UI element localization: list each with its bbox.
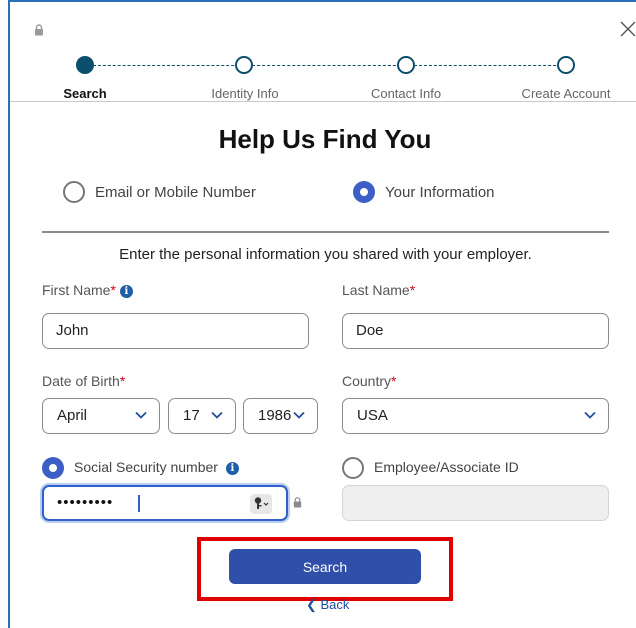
- lock-icon: [35, 24, 43, 36]
- step-connector: [414, 65, 566, 66]
- step-label-create-account: Create Account: [521, 86, 611, 101]
- radio-email-or-mobile[interactable]: [63, 181, 85, 203]
- radio-label-your-information[interactable]: Your Information: [385, 184, 495, 201]
- radio-label-email-or-mobile[interactable]: Email or Mobile Number: [95, 184, 256, 201]
- radio-your-information[interactable]: [353, 181, 375, 203]
- dialog-frame-top: [8, 0, 636, 2]
- last-name-input[interactable]: Doe: [342, 313, 609, 349]
- step-label-identity: Identity Info: [211, 86, 279, 101]
- chevron-down-icon: [584, 411, 596, 419]
- radio-label-employee-id[interactable]: Employee/Associate ID: [374, 459, 519, 475]
- dob-year-value: 1986: [258, 407, 292, 424]
- step-connector: [93, 65, 244, 66]
- step-label-search: Search: [63, 86, 107, 101]
- ssn-input[interactable]: •••••••••: [42, 485, 288, 521]
- chevron-down-icon: [293, 411, 305, 419]
- chevron-left-icon: ❮: [306, 597, 321, 612]
- dob-month-select[interactable]: April: [42, 398, 160, 434]
- dob-year-select[interactable]: 1986: [243, 398, 318, 434]
- lock-icon: [293, 497, 302, 508]
- instruction-text: Enter the personal information you share…: [119, 246, 532, 263]
- page-title: Help Us Find You: [218, 124, 432, 154]
- annotation-highlight-box: [197, 537, 453, 601]
- employee-id-input: [342, 485, 609, 521]
- required-marker: *: [110, 282, 116, 298]
- country-label: Country*: [342, 373, 397, 389]
- step-label-contact: Contact Info: [370, 86, 442, 101]
- dob-month-value: April: [57, 407, 88, 424]
- stepper-divider: [10, 101, 636, 102]
- last-name-label: Last Name*: [342, 282, 416, 298]
- ssn-masked-value: •••••••••: [57, 494, 114, 511]
- dob-day-select[interactable]: 17: [168, 398, 236, 434]
- step-dot-search: [76, 56, 94, 74]
- country-select[interactable]: USA: [342, 398, 609, 434]
- close-icon[interactable]: [619, 20, 636, 38]
- back-link[interactable]: ❮ Back: [306, 597, 349, 613]
- first-name-input[interactable]: John: [42, 313, 309, 349]
- chevron-down-icon: [211, 411, 223, 419]
- step-dot-create-account: [557, 56, 575, 74]
- info-icon[interactable]: i: [225, 462, 239, 475]
- step-dot-contact: [397, 56, 415, 74]
- text-caret: [138, 495, 140, 512]
- info-icon[interactable]: i: [119, 285, 133, 298]
- section-divider: [42, 231, 609, 233]
- first-name-label: First Name* i: [42, 282, 133, 298]
- country-value: USA: [357, 407, 388, 424]
- step-dot-identity: [235, 56, 253, 74]
- dialog-frame-left: [8, 0, 10, 628]
- required-marker: *: [409, 282, 416, 298]
- radio-employee-id[interactable]: [342, 457, 364, 479]
- chevron-down-icon: [135, 411, 147, 419]
- required-marker: *: [391, 373, 397, 389]
- dob-label: Date of Birth*: [42, 373, 126, 389]
- required-marker: *: [119, 373, 126, 389]
- password-manager-button[interactable]: [250, 494, 272, 514]
- radio-label-ssn[interactable]: Social Security number i: [74, 459, 239, 475]
- key-icon: [254, 497, 269, 509]
- dob-day-value: 17: [183, 407, 200, 424]
- step-connector: [252, 65, 406, 66]
- radio-ssn[interactable]: [42, 457, 64, 479]
